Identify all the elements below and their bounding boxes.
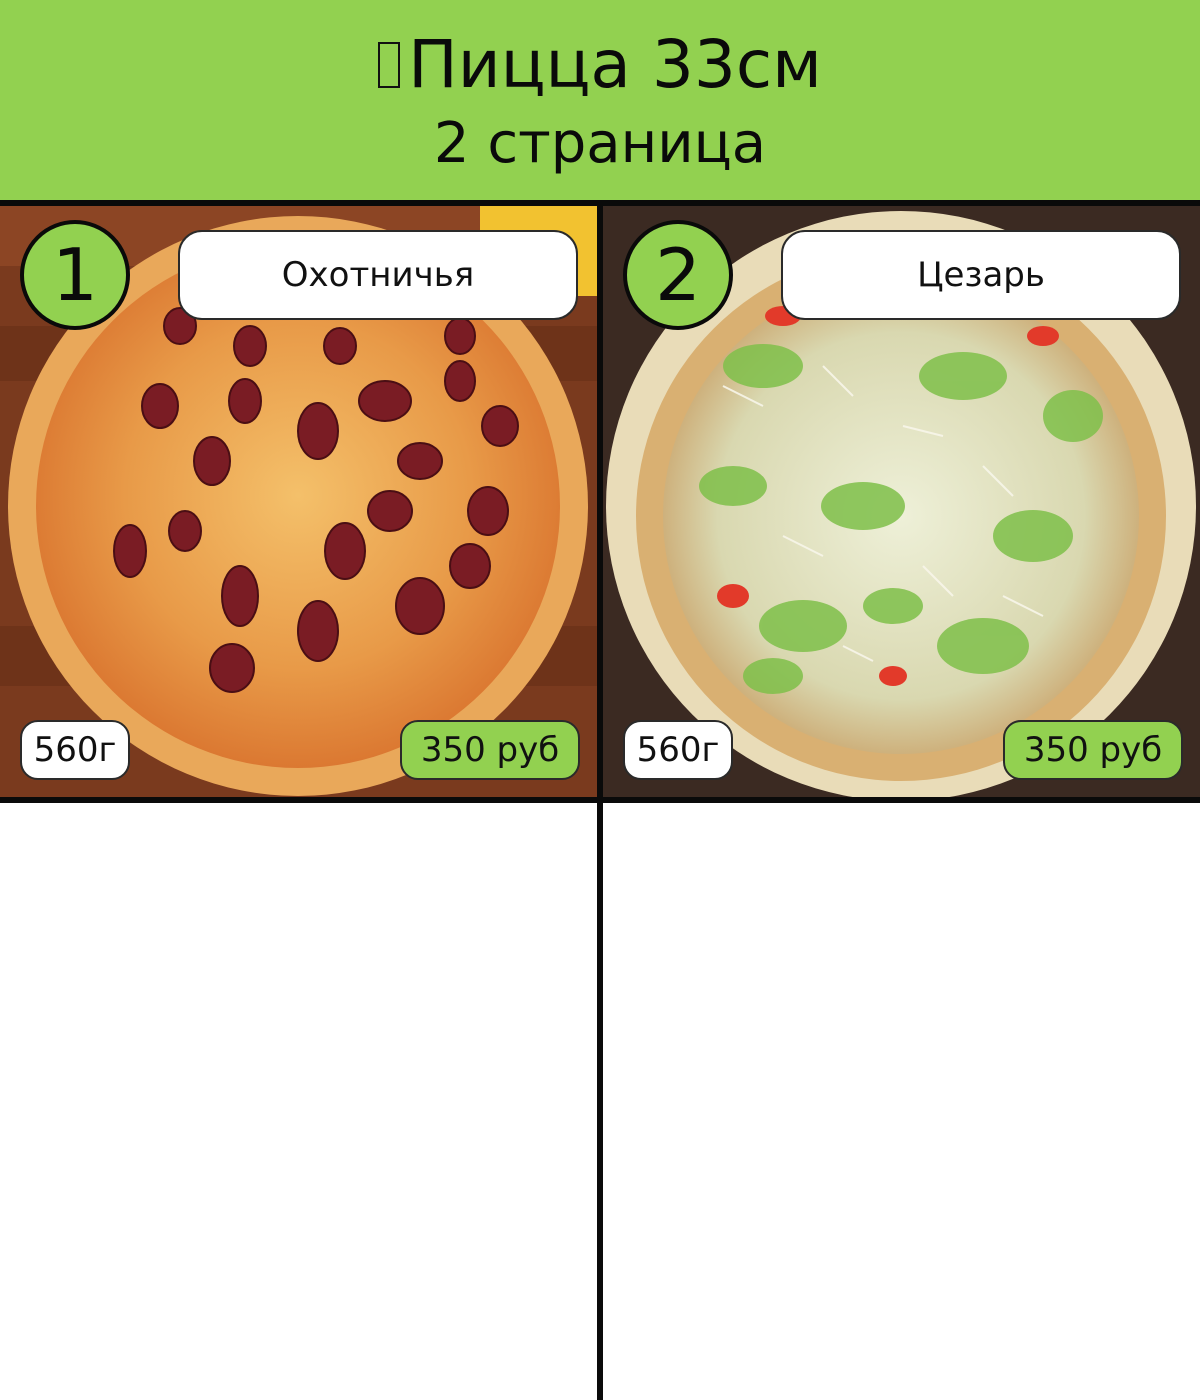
empty-cell-3: [0, 803, 597, 1400]
pizza-card-1[interactable]: 1 Охотничья 560г 350 руб: [0, 206, 597, 797]
item-weight: 560г: [20, 720, 130, 780]
item-number-badge: 2: [623, 220, 733, 330]
title-row: Пицца 33см: [378, 28, 822, 102]
page-subtitle: 2 страница: [433, 111, 767, 176]
item-price: 350 руб: [1003, 720, 1183, 780]
page-header: Пицца 33см 2 страница: [0, 0, 1200, 200]
empty-cell-4: [603, 803, 1200, 1400]
item-name: Цезарь: [781, 230, 1181, 320]
item-number-badge: 1: [20, 220, 130, 330]
missing-glyph-icon: [378, 42, 401, 88]
item-name: Охотничья: [178, 230, 578, 320]
item-price: 350 руб: [400, 720, 580, 780]
pizza-card-2[interactable]: 2 Цезарь 560г 350 руб: [603, 206, 1200, 797]
item-weight: 560г: [623, 720, 733, 780]
page-title: Пицца 33см: [408, 26, 822, 103]
